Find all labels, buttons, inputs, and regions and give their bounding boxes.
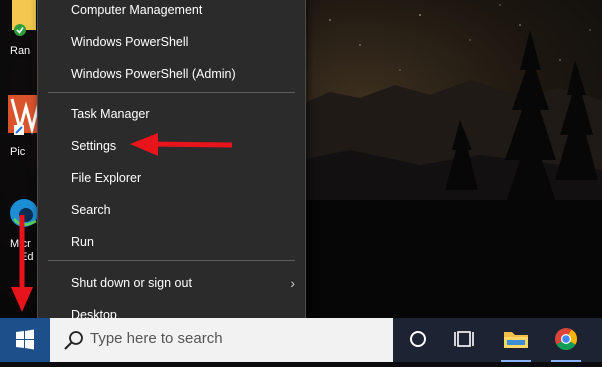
desktop-icon-label: Micr <box>10 238 31 250</box>
taskbar: Type here to search <box>0 318 602 362</box>
file-explorer-icon <box>504 332 528 348</box>
start-button[interactable] <box>0 318 50 362</box>
menu-separator <box>48 92 295 93</box>
search-icon <box>64 331 83 350</box>
power-user-menu: Computer Management Windows PowerShell W… <box>37 0 306 335</box>
search-placeholder: Type here to search <box>90 330 223 347</box>
menu-item-search[interactable]: Search <box>38 195 305 225</box>
menu-item-task-manager[interactable]: Task Manager <box>38 99 305 129</box>
desktop-icon-label: Pic <box>10 146 26 158</box>
menu-item-settings[interactable]: Settings <box>38 131 305 161</box>
menu-item-windows-powershell[interactable]: Windows PowerShell <box>38 27 305 57</box>
menu-item-windows-powershell-admin[interactable]: Windows PowerShell (Admin) <box>38 59 305 89</box>
menu-separator <box>48 260 295 261</box>
desktop-icon-label: Ran <box>10 45 31 57</box>
task-view-icon <box>454 331 474 347</box>
chevron-right-icon: › <box>290 275 295 291</box>
file-explorer-button[interactable] <box>494 318 538 362</box>
windows-icon <box>16 329 34 350</box>
menu-item-run[interactable]: Run <box>38 227 305 257</box>
menu-item-file-explorer[interactable]: File Explorer <box>38 163 305 193</box>
desktop-icon-label: Ed <box>20 251 34 263</box>
chrome-button[interactable] <box>544 318 588 362</box>
menu-item-computer-management[interactable]: Computer Management <box>38 0 305 25</box>
cortana-button[interactable] <box>396 318 440 362</box>
cortana-icon <box>410 331 426 347</box>
taskbar-search-box[interactable]: Type here to search <box>50 318 393 362</box>
task-view-button[interactable] <box>443 318 487 362</box>
chrome-icon <box>555 328 577 350</box>
menu-item-shut-down-or-sign-out[interactable]: Shut down or sign out › <box>38 268 305 298</box>
